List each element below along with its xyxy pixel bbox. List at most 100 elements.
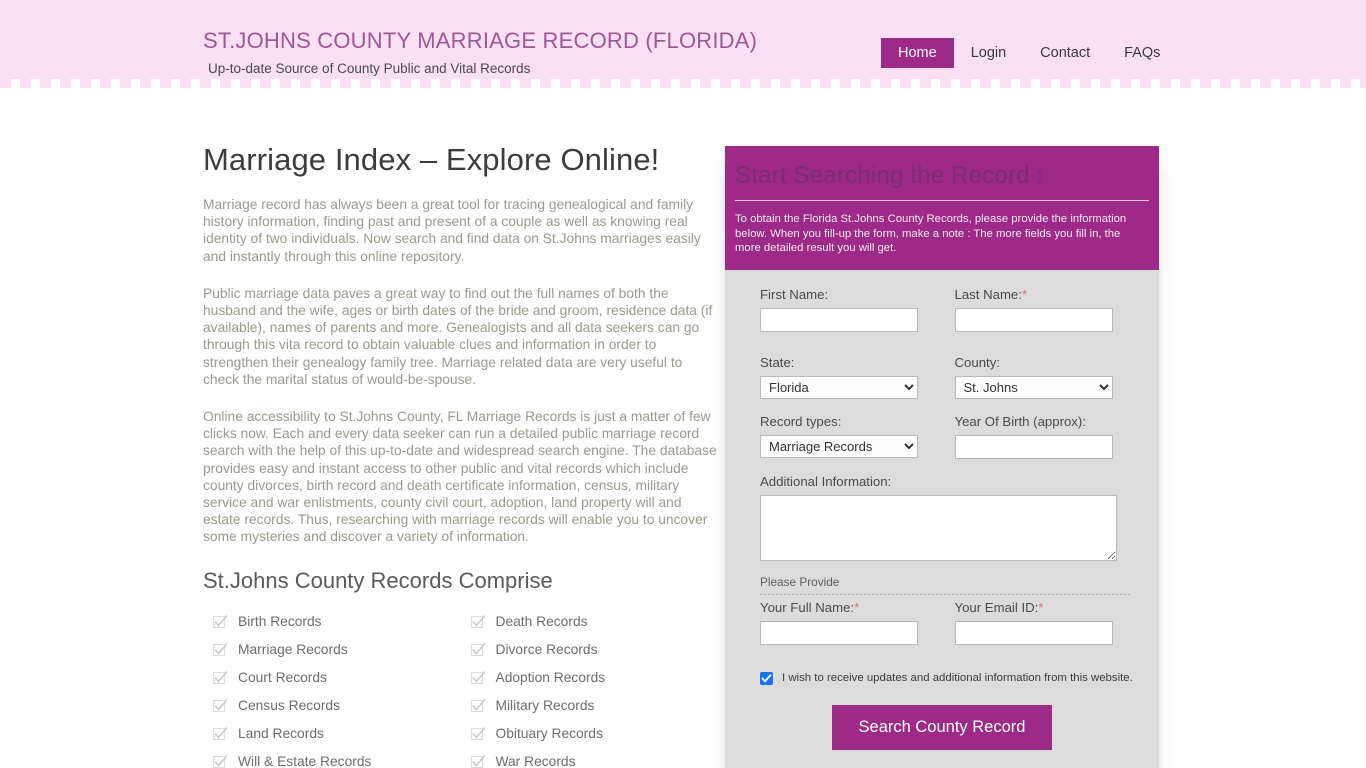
first-name-group: First Name: (760, 287, 955, 332)
required-asterisk: * (1038, 599, 1044, 615)
additional-info-textarea[interactable] (760, 494, 1117, 561)
list-item: Death Records (470, 608, 729, 636)
state-select[interactable]: Florida (760, 375, 918, 399)
list-item-label: Obituary Records (495, 726, 603, 742)
list-item-label: War Records (495, 754, 576, 768)
check-icon (470, 614, 486, 629)
panel-intro-text: To obtain the Florida St.Johns County Re… (735, 213, 1127, 255)
additional-info-group: Additional Information: (760, 474, 1149, 566)
site-title: ST.JOHNS COUNTY MARRIAGE RECORD (FLORIDA… (203, 28, 758, 53)
check-icon (470, 726, 486, 741)
check-icon (213, 614, 228, 629)
full-name-input[interactable] (760, 620, 918, 645)
list-item: Court Records (213, 664, 471, 692)
first-name-input[interactable] (760, 307, 918, 332)
list-item: Adoption Records (470, 664, 729, 692)
please-provide-divider (760, 593, 1130, 595)
optin-checkbox[interactable] (760, 671, 773, 685)
full-name-group: Your Full Name:* (760, 600, 955, 645)
full-name-label-text: Your Full Name: (760, 599, 855, 615)
panel-title: Start Searching the Record : (735, 162, 1044, 189)
brand-block: ST.JOHNS COUNTY MARRIAGE RECORD (FLORIDA… (203, 28, 757, 76)
list-item-label: Marriage Records (238, 642, 348, 658)
search-county-record-button[interactable]: Search County Record (831, 704, 1053, 750)
type-year-field-row: Record types: Marriage Records Year Of B… (760, 414, 1149, 459)
site-tagline: Up-to-date Source of County Public and V… (208, 61, 531, 76)
first-name-label: First Name: (760, 286, 829, 302)
nav-item-faqs[interactable]: FAQs (1107, 38, 1177, 68)
state-label: State: (760, 354, 795, 370)
search-record-panel: Start Searching the Record : To obtain t… (725, 146, 1159, 768)
email-group: Your Email ID:* (954, 600, 1150, 645)
list-item: Land Records (213, 720, 471, 748)
page-content: Marriage Index – Explore Online! Marriag… (0, 88, 1366, 768)
email-label: Your Email ID:* (955, 600, 1150, 615)
full-name-label: Your Full Name:* (760, 600, 955, 615)
list-item-label: Military Records (495, 698, 595, 714)
list-item-label: Census Records (238, 698, 340, 714)
list-item: Marriage Records (213, 636, 471, 664)
year-of-birth-group: Year Of Birth (approx): (954, 414, 1150, 459)
required-asterisk: * (854, 599, 860, 615)
check-icon (470, 642, 486, 657)
header-dotted-divider (0, 79, 1366, 88)
county-group: County: St. Johns (954, 354, 1150, 399)
year-of-birth-input[interactable] (954, 434, 1113, 459)
list-item: Will & Estate Records (213, 748, 471, 768)
panel-header: Start Searching the Record : To obtain t… (725, 146, 1159, 270)
main-navigation: Home Login Contact FAQs (881, 38, 1177, 68)
email-input[interactable] (954, 620, 1113, 645)
county-label: County: (954, 354, 1000, 370)
required-asterisk: * (1021, 286, 1028, 302)
nav-item-contact[interactable]: Contact (1023, 38, 1107, 68)
records-list: Birth Records Death Records Marriage Rec… (213, 608, 728, 768)
last-name-label: Last Name:* (955, 287, 1150, 302)
article-column: Marriage Index – Explore Online! Marriag… (203, 142, 718, 768)
optin-label: I wish to receive updates and additional… (782, 672, 1133, 685)
nav-item-login[interactable]: Login (954, 38, 1023, 68)
check-icon (213, 754, 228, 768)
record-types-group: Record types: Marriage Records (760, 414, 955, 459)
list-item-label: Birth Records (238, 614, 322, 630)
check-icon (213, 670, 228, 685)
intro-paragraph-3: Online accessibility to St.Johns County,… (203, 409, 717, 545)
additional-info-label: Additional Information: (760, 473, 892, 489)
records-section-title: St.Johns County Records Comprise (203, 567, 553, 593)
check-icon (213, 726, 228, 741)
check-icon (470, 670, 486, 685)
contact-field-row: Your Full Name:* Your Email ID:* (760, 600, 1149, 645)
email-label-text: Your Email ID: (954, 599, 1039, 615)
list-item: Divorce Records (470, 636, 729, 664)
list-item-label: Adoption Records (495, 670, 606, 686)
list-item-label: Will & Estate Records (238, 754, 372, 768)
check-icon (470, 698, 486, 713)
list-item: Military Records (470, 692, 729, 720)
submit-row: Search County Record (760, 704, 1124, 750)
state-group: State: Florida (760, 355, 955, 399)
nav-item-home[interactable]: Home (881, 38, 954, 68)
last-name-group: Last Name:* (954, 287, 1150, 332)
list-item: Obituary Records (470, 720, 729, 748)
check-icon (470, 754, 486, 768)
record-types-select[interactable]: Marriage Records (760, 434, 918, 458)
search-form: First Name: Last Name:* State: Florida C… (725, 270, 1159, 768)
last-name-input[interactable] (954, 307, 1113, 332)
name-field-row: First Name: Last Name:* (760, 287, 1149, 332)
page-title: Marriage Index – Explore Online! (203, 142, 660, 177)
list-item: War Records (470, 748, 729, 768)
location-field-row: State: Florida County: St. Johns (760, 355, 1149, 399)
list-item: Birth Records (213, 608, 471, 636)
list-item-label: Death Records (495, 614, 588, 630)
record-types-label: Record types: (760, 413, 842, 429)
check-icon (213, 642, 228, 657)
list-item-label: Court Records (238, 670, 327, 686)
intro-paragraph-2: Public marriage data paves a great way t… (203, 285, 713, 387)
county-select[interactable]: St. Johns (954, 375, 1113, 399)
panel-title-rule (735, 200, 1149, 201)
please-provide-label: Please Provide (760, 574, 840, 589)
last-name-label-text: Last Name: (954, 286, 1022, 302)
check-icon (213, 698, 228, 713)
